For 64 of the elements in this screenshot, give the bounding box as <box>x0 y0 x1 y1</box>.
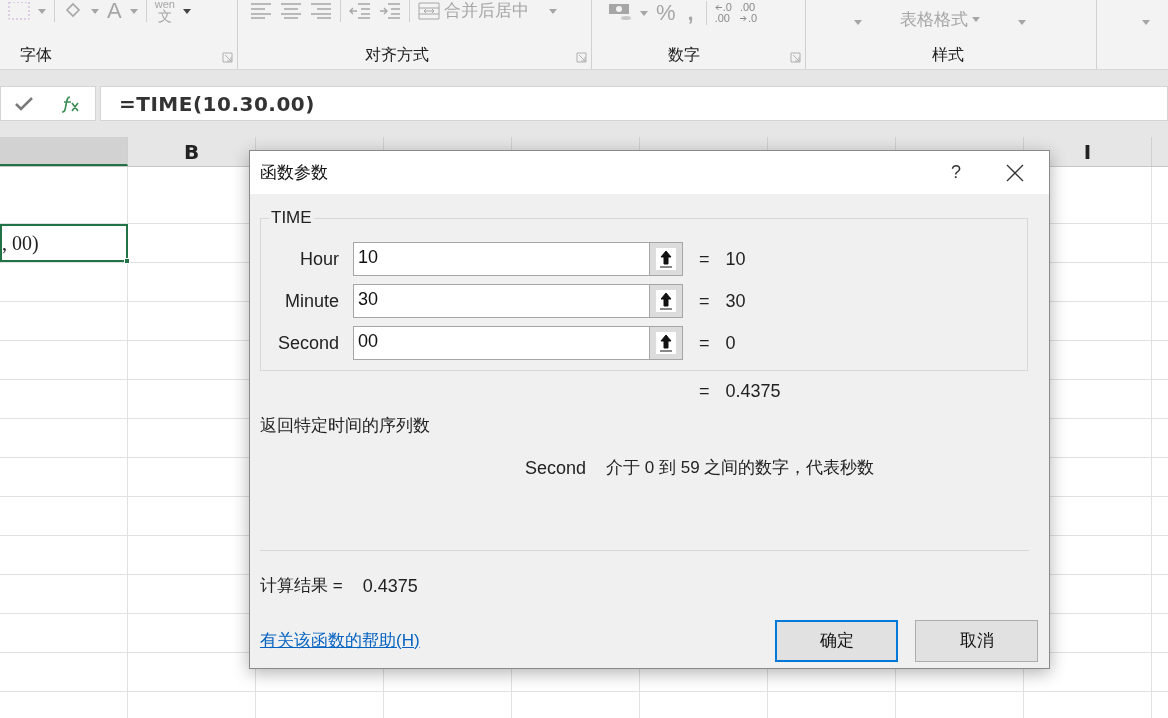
close-icon[interactable] <box>1006 163 1024 182</box>
group-label: 字体 <box>20 45 52 65</box>
active-cell[interactable]: , 00) <box>0 224 128 262</box>
cancel-button[interactable]: 取消 <box>915 619 1038 662</box>
formula-result: 0.4375 <box>362 574 418 598</box>
arrow-left-icon <box>714 4 722 11</box>
equals-sign: = <box>699 331 710 355</box>
argument-result: 0 <box>725 331 736 355</box>
caret-icon <box>549 8 557 14</box>
argument-result: 30 <box>725 289 746 313</box>
argument-label: Second <box>276 331 339 355</box>
caret-icon <box>854 20 862 25</box>
dialog-launcher-icon[interactable] <box>576 52 587 63</box>
arrow-right-icon <box>739 15 747 22</box>
border-icon[interactable] <box>8 2 30 20</box>
caret-icon <box>38 8 46 14</box>
align-icon[interactable] <box>280 3 302 19</box>
merge-cells-icon <box>418 2 440 20</box>
argument-name: Second <box>525 456 587 480</box>
function-icon[interactable] <box>61 94 81 113</box>
equals-sign: = <box>699 379 710 403</box>
caret-icon <box>640 10 648 16</box>
argument-label: Hour <box>299 247 339 271</box>
upload-arrow-icon <box>656 248 676 270</box>
group-label: 对齐方式 <box>365 45 429 65</box>
argument-field[interactable]: 00 <box>353 326 683 360</box>
decrease-indent-icon[interactable] <box>349 3 371 19</box>
equals-sign: = <box>699 289 710 313</box>
dialog-title: 函数参数 <box>260 161 329 184</box>
upload-arrow-icon <box>656 332 676 354</box>
caret-icon <box>182 8 191 14</box>
argument-field[interactable]: 30 <box>353 284 683 318</box>
caret-icon <box>1142 20 1150 25</box>
align-icon[interactable] <box>310 3 332 19</box>
argument-result: 10 <box>725 247 746 271</box>
argument-label: Minute <box>283 289 339 313</box>
caret-icon <box>91 8 99 14</box>
currency-icon[interactable] <box>608 3 632 23</box>
caret-icon <box>1018 20 1026 25</box>
increase-indent-icon[interactable] <box>379 3 401 19</box>
formula-result-label: 计算结果 = <box>260 575 343 598</box>
upload-arrow-icon <box>656 290 676 312</box>
collapse-button[interactable] <box>649 285 682 317</box>
total-result: 0.4375 <box>725 379 781 403</box>
help-button[interactable]: ? <box>936 159 976 186</box>
group-label: 样式 <box>932 45 964 65</box>
argument-field[interactable]: 10 <box>353 242 683 276</box>
caret-icon <box>129 8 138 14</box>
caret-icon <box>972 17 980 22</box>
column-header[interactable] <box>0 137 128 166</box>
argument-description: 介于 0 到 59 之间的数字，代表秒数 <box>606 457 875 480</box>
align-icon[interactable] <box>250 3 272 19</box>
group-label: 数字 <box>668 45 700 65</box>
ok-button[interactable]: 确定 <box>775 619 898 662</box>
equals-sign: = <box>699 247 710 271</box>
help-link[interactable]: 有关该函数的帮助(H) <box>260 627 775 654</box>
function-description: 返回特定时间的序列数 <box>260 415 430 437</box>
dialog-launcher-icon[interactable] <box>790 52 801 63</box>
dialog-launcher-icon[interactable] <box>222 52 233 63</box>
check-icon[interactable] <box>15 96 33 111</box>
collapse-button[interactable] <box>649 327 682 359</box>
formula-input[interactable]: =TIME(10.30.00) <box>100 86 1168 121</box>
collapse-button[interactable] <box>649 243 682 275</box>
cell-text: , 00) <box>2 231 39 256</box>
